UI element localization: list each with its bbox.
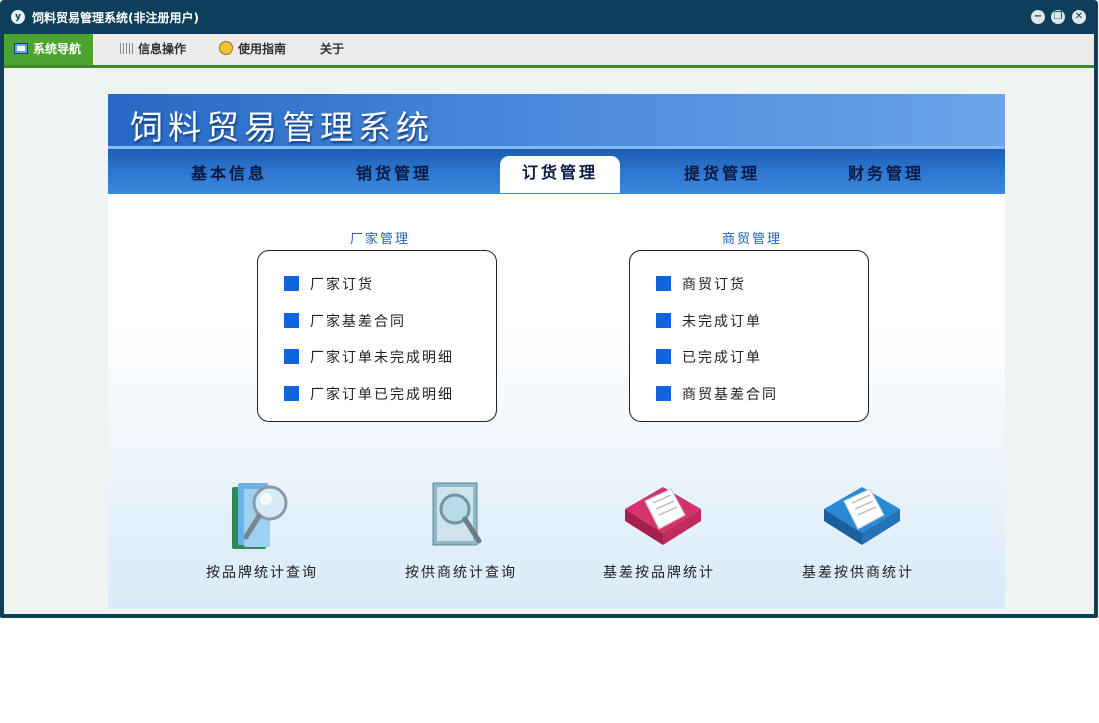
bullet-icon	[656, 313, 671, 328]
menu-item-nav[interactable]: 系统导航	[4, 34, 94, 65]
menu-item-label: 信息操作	[138, 42, 187, 56]
bullet-icon	[656, 386, 671, 401]
menu-item-guide[interactable]: 使用指南	[219, 34, 286, 65]
section-title-manufacturer: 厂家管理	[350, 232, 411, 247]
tool-label: 按品牌统计查询	[206, 565, 318, 581]
main-panel: 饲料贸易管理系统 基本信息 销货管理 订货管理 提货管理 财务管理 厂家管理 厂…	[108, 94, 1005, 609]
bullet-icon	[284, 313, 299, 328]
bulb-icon	[219, 41, 233, 55]
menu-item-about[interactable]: 关于	[320, 34, 344, 65]
title-bar[interactable]: y 饲料贸易管理系统(非注册用户) − ❐ ✕	[0, 0, 1098, 34]
tool-basis-by-supplier[interactable]: 基差按供商统计	[783, 479, 933, 589]
link-label: 厂家基差合同	[310, 314, 406, 330]
link-trade-basis-contract[interactable]: 商贸基差合同	[656, 384, 778, 403]
menu-item-label: 系统导航	[33, 42, 82, 56]
menu-item-label: 关于	[320, 42, 345, 56]
restore-button[interactable]: ❐	[1051, 10, 1065, 24]
tab-finance[interactable]: 财务管理	[848, 160, 924, 184]
menu-bar: 系统导航 信息操作 使用指南 关于	[4, 34, 1094, 68]
tool-stats-by-brand[interactable]: 按品牌统计查询	[187, 479, 337, 589]
document-search-icon	[432, 482, 482, 546]
tool-label: 按供商统计查询	[405, 565, 517, 581]
link-manufacturer-unfinished[interactable]: 厂家订单未完成明细	[284, 347, 454, 366]
app-logo-icon: y	[11, 10, 25, 24]
tool-basis-by-brand[interactable]: 基差按品牌统计	[584, 479, 734, 589]
tab-strip: 基本信息 销货管理 订货管理 提货管理 财务管理	[108, 146, 1005, 194]
bullet-icon	[284, 349, 299, 364]
bullet-icon	[284, 276, 299, 291]
folder-magnifier-icon	[232, 483, 288, 549]
link-label: 已完成订单	[682, 350, 762, 366]
tab-pickup[interactable]: 提货管理	[684, 160, 760, 184]
link-manufacturer-finished[interactable]: 厂家订单已完成明细	[284, 384, 454, 403]
link-manufacturer-basis-contract[interactable]: 厂家基差合同	[284, 311, 406, 330]
tool-label: 基差按供商统计	[802, 565, 914, 581]
link-manufacturer-order[interactable]: 厂家订货	[284, 274, 374, 293]
close-button[interactable]: ✕	[1072, 10, 1086, 24]
link-label: 厂家订单已完成明细	[310, 387, 454, 403]
link-label: 商贸基差合同	[682, 387, 778, 403]
restore-icon: ❐	[1053, 11, 1063, 22]
blue-book-icon	[824, 487, 900, 545]
banner-title: 饲料贸易管理系统	[130, 108, 434, 147]
manufacturer-box: 厂家订货 厂家基差合同 厂家订单未完成明细 厂家订单已完成明细	[257, 250, 497, 422]
menu-item-label: 使用指南	[238, 42, 287, 56]
link-label: 厂家订货	[310, 277, 374, 293]
link-label: 厂家订单未完成明细	[310, 350, 454, 366]
link-trade-order[interactable]: 商贸订货	[656, 274, 746, 293]
window-title: 饲料贸易管理系统(非注册用户)	[32, 11, 199, 25]
tab-ordering[interactable]: 订货管理	[500, 156, 620, 193]
close-icon: ✕	[1074, 11, 1084, 22]
red-book-icon	[625, 487, 701, 545]
menu-item-info[interactable]: 信息操作	[120, 34, 186, 65]
tool-stats-by-supplier[interactable]: 按供商统计查询	[386, 479, 536, 589]
tool-label: 基差按品牌统计	[603, 565, 715, 581]
tab-basic-info[interactable]: 基本信息	[191, 160, 267, 184]
minimize-button[interactable]: −	[1031, 10, 1045, 24]
bullet-icon	[656, 349, 671, 364]
link-unfinished-orders[interactable]: 未完成订单	[656, 311, 762, 330]
link-label: 商贸订货	[682, 277, 746, 293]
minimize-icon: −	[1033, 11, 1043, 22]
bullet-icon	[284, 386, 299, 401]
tab-sales[interactable]: 销货管理	[356, 160, 432, 184]
trade-box: 商贸订货 未完成订单 已完成订单 商贸基差合同	[629, 250, 869, 422]
link-finished-orders[interactable]: 已完成订单	[656, 347, 762, 366]
banner: 饲料贸易管理系统	[108, 94, 1005, 147]
monitor-icon	[14, 42, 28, 54]
link-label: 未完成订单	[682, 314, 762, 330]
bullet-icon	[656, 276, 671, 291]
grid-icon	[120, 42, 133, 54]
section-title-trade: 商贸管理	[722, 232, 783, 247]
